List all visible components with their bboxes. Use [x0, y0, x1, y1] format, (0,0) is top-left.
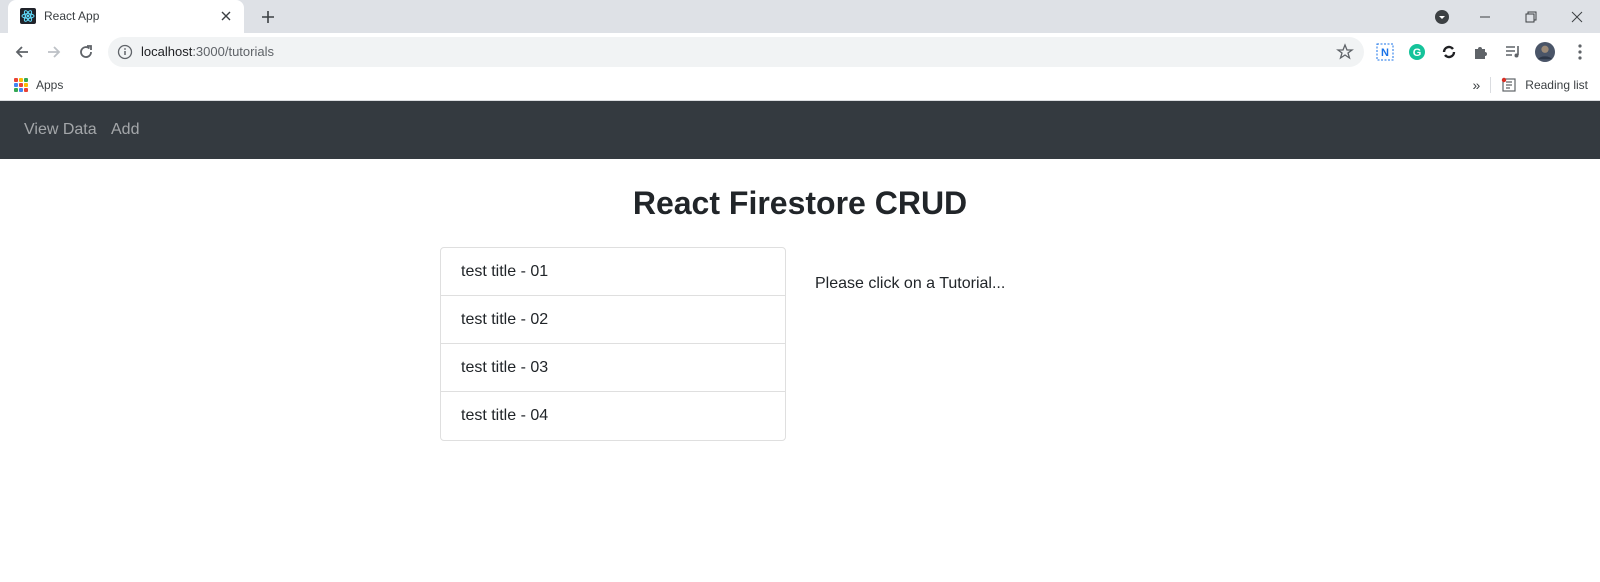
grammarly-extension-icon[interactable]: G	[1407, 42, 1427, 62]
url-host: localhost	[141, 44, 193, 59]
browser-menu-icon[interactable]	[1570, 42, 1590, 62]
tab-close-icon[interactable]	[218, 8, 234, 24]
list-item[interactable]: test title - 01	[441, 248, 785, 296]
bookmarks-overflow-icon[interactable]: »	[1473, 77, 1481, 93]
notion-extension-icon[interactable]: N	[1375, 42, 1395, 62]
reading-list-button[interactable]: Reading list	[1501, 77, 1588, 93]
apps-shortcut[interactable]: Apps	[14, 78, 63, 92]
apps-grid-icon	[14, 78, 28, 92]
react-favicon-icon	[20, 8, 36, 24]
forward-arrow-icon[interactable]	[44, 42, 64, 62]
media-control-icon[interactable]	[1503, 42, 1523, 62]
address-bar[interactable]: localhost:3000/tutorials	[108, 37, 1364, 67]
app-navbar: View Data Add	[0, 101, 1600, 159]
select-tutorial-hint: Please click on a Tutorial...	[815, 275, 1006, 292]
reading-list-icon	[1502, 77, 1516, 92]
tutorials-list: test title - 01 test title - 02 test tit…	[440, 247, 786, 441]
extensions-puzzle-icon[interactable]	[1471, 42, 1491, 62]
reload-icon[interactable]	[76, 42, 96, 62]
url-text: localhost:3000/tutorials	[141, 44, 274, 59]
bookmarks-right: » Reading list	[1473, 77, 1588, 93]
browser-toolbar: localhost:3000/tutorials N G	[0, 33, 1600, 71]
reading-list-label: Reading list	[1525, 78, 1588, 92]
back-arrow-icon[interactable]	[12, 42, 32, 62]
restore-icon[interactable]	[1508, 0, 1554, 33]
bookmarks-divider	[1490, 77, 1492, 93]
svg-text:G: G	[1413, 47, 1422, 59]
tab-search-icon[interactable]	[1433, 8, 1451, 26]
list-item[interactable]: test title - 04	[441, 392, 785, 440]
list-item[interactable]: test title - 03	[441, 344, 785, 392]
page-title: React Firestore CRUD	[632, 185, 968, 221]
tab-title: React App	[44, 9, 100, 23]
sync-extension-icon[interactable]	[1439, 42, 1459, 62]
profile-avatar[interactable]	[1535, 42, 1555, 62]
browser-tab-strip: React App	[0, 0, 1600, 33]
nav-link-add[interactable]: Add	[111, 121, 139, 139]
browser-tab[interactable]: React App	[8, 0, 244, 33]
new-tab-icon[interactable]	[258, 7, 278, 27]
svg-text:N: N	[1381, 47, 1389, 59]
nav-link-view-data[interactable]: View Data	[24, 121, 97, 139]
close-window-icon[interactable]	[1554, 0, 1600, 33]
minimize-icon[interactable]	[1462, 0, 1508, 33]
bookmark-star-icon[interactable]	[1336, 43, 1354, 61]
apps-label: Apps	[36, 78, 64, 92]
bookmarks-bar: Apps » Reading list	[0, 71, 1600, 101]
url-path: :3000/tutorials	[192, 44, 274, 59]
site-info-icon[interactable]	[117, 44, 133, 60]
list-item[interactable]: test title - 02	[441, 296, 785, 344]
